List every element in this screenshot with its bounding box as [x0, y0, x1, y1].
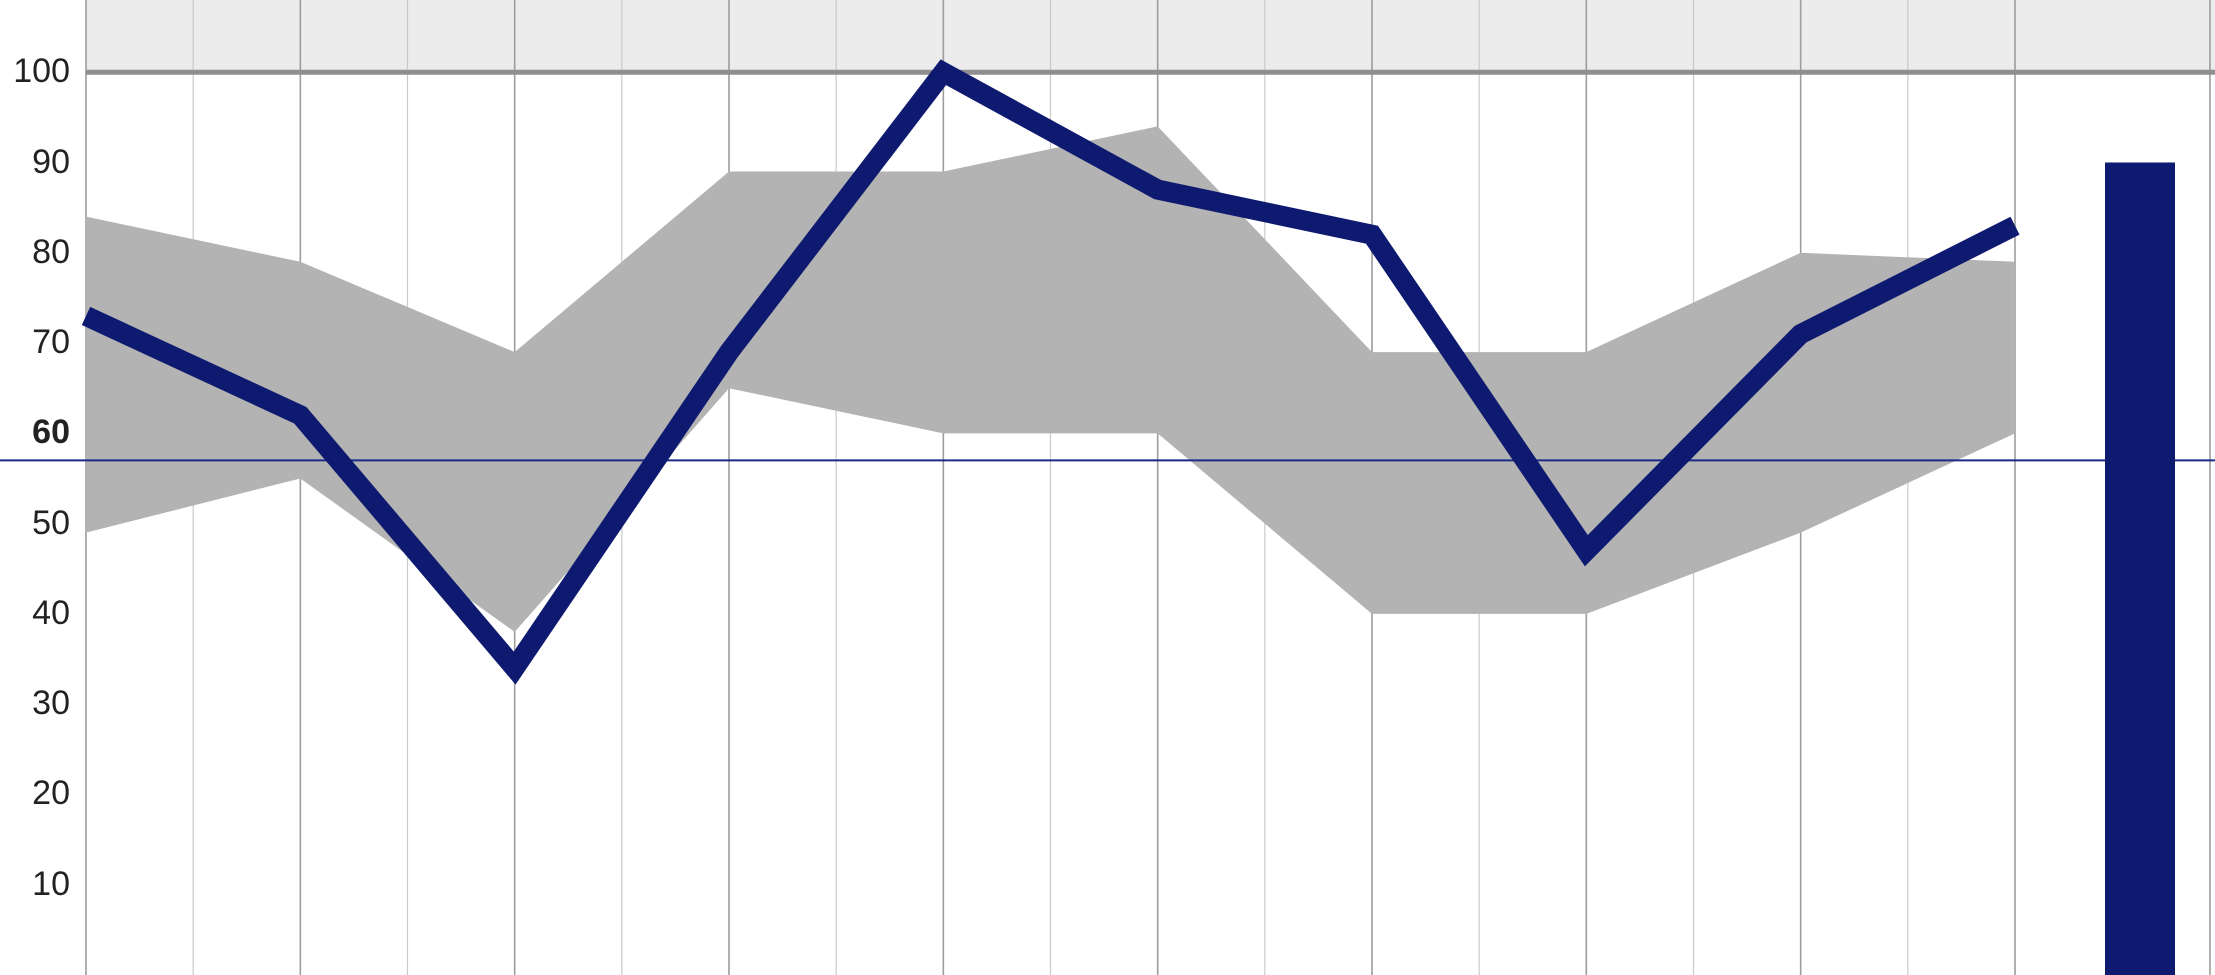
y-tick-label: 70 [10, 323, 70, 362]
climate-line-chart [0, 0, 2215, 975]
y-tick-label: 90 [10, 143, 70, 182]
summary-bar [2105, 163, 2175, 975]
y-tick-label: 40 [10, 594, 70, 633]
y-tick-label: 20 [10, 774, 70, 813]
y-tick-label: 30 [10, 684, 70, 723]
y-tick-label: 10 [10, 865, 70, 904]
y-tick-label: 100 [10, 52, 70, 91]
over-100-region [86, 0, 2215, 72]
y-tick-label: 80 [10, 233, 70, 272]
y-tick-label: 60 [10, 413, 70, 452]
y-tick-label: 50 [10, 504, 70, 543]
